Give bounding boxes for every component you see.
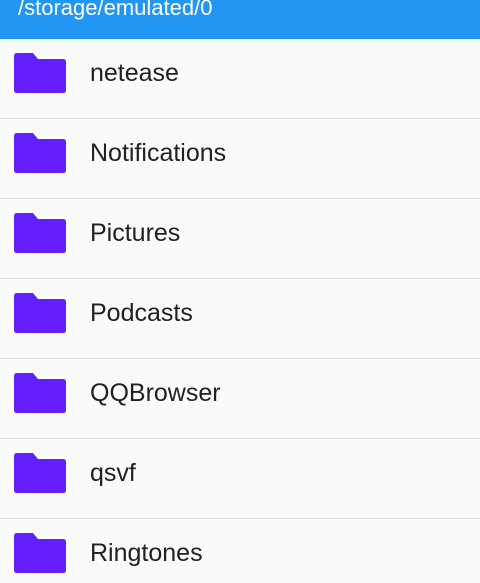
folder-row-pictures[interactable]: Pictures: [0, 199, 480, 279]
folder-name: QQBrowser: [90, 379, 221, 407]
file-browser: /storage/emulated/0 netease Notification…: [0, 0, 480, 583]
folder-row-qqbrowser[interactable]: QQBrowser: [0, 359, 480, 439]
folder-name: Pictures: [90, 219, 181, 247]
folder-icon: [14, 53, 66, 93]
folder-icon: [14, 213, 66, 253]
path-bar: /storage/emulated/0: [0, 0, 480, 39]
folder-name: netease: [90, 59, 179, 87]
folder-list: netease Notifications Pictures Podcasts: [0, 39, 480, 583]
folder-name: Ringtones: [90, 539, 203, 567]
folder-row-qsvf[interactable]: qsvf: [0, 439, 480, 519]
folder-icon: [14, 453, 66, 493]
folder-icon: [14, 293, 66, 333]
folder-icon: [14, 133, 66, 173]
folder-name: Podcasts: [90, 299, 193, 327]
folder-row-ringtones[interactable]: Ringtones: [0, 519, 480, 583]
folder-icon: [14, 533, 66, 573]
folder-name: Notifications: [90, 139, 227, 167]
folder-row-netease[interactable]: netease: [0, 39, 480, 119]
folder-name: qsvf: [90, 459, 136, 487]
folder-icon: [14, 373, 66, 413]
folder-row-podcasts[interactable]: Podcasts: [0, 279, 480, 359]
folder-row-notifications[interactable]: Notifications: [0, 119, 480, 199]
current-path: /storage/emulated/0: [18, 0, 213, 20]
